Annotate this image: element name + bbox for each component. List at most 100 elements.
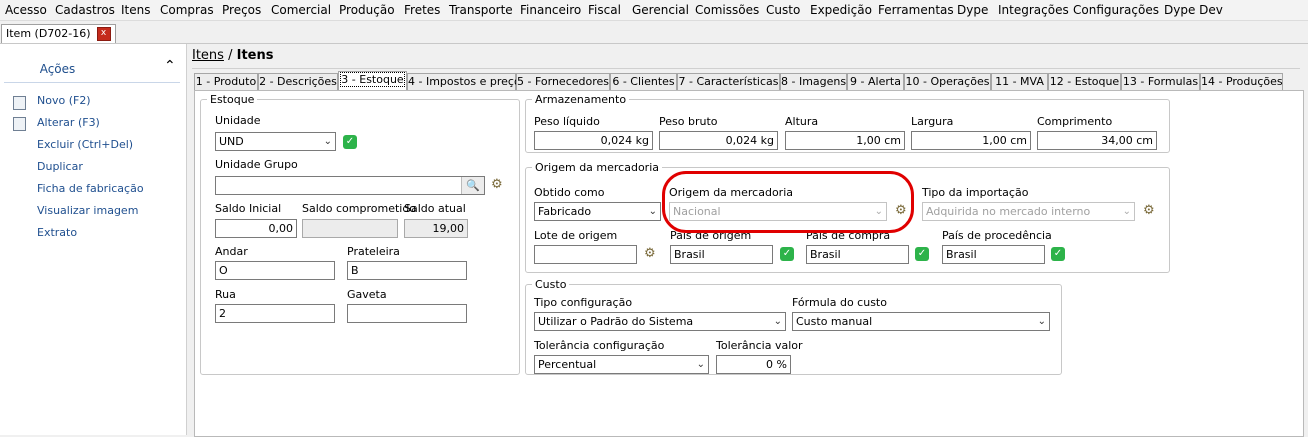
close-icon[interactable]: x [96,27,111,41]
lookup-icon[interactable]: ⚙ [895,204,911,218]
tab-clientes[interactable]: 6 - Clientes [610,73,677,90]
unidade-label: Unidade [215,114,261,127]
action-extrato[interactable]: Extrato [37,226,77,239]
action-visualizar-imagem[interactable]: Visualizar imagem [37,204,138,217]
peso-liquido-field[interactable]: 0,024 kg [534,131,653,150]
tab-produto[interactable]: 1 - Produto [194,73,258,90]
tolerancia-valor-field[interactable]: 0 % [716,355,791,374]
tab-mva[interactable]: 11 - MVA [991,73,1048,90]
formula-select[interactable]: Custo manual ⌄ [792,312,1050,331]
menu-configuracoes[interactable]: Configurações [1073,3,1159,17]
gaveta-field[interactable] [347,304,467,323]
unidade-grupo-field[interactable]: 🔍 [215,176,485,195]
tab-label: 11 - MVA [995,75,1044,88]
tab-descricoes[interactable]: 2 - Descrições [258,73,338,90]
menu-gerencial[interactable]: Gerencial [632,3,689,17]
menu-comissoes[interactable]: Comissões [695,3,759,17]
menu-fiscal[interactable]: Fiscal [588,3,621,17]
menu-ferramentas[interactable]: Ferramentas [878,3,954,17]
menu-compras[interactable]: Compras [160,3,214,17]
check-icon[interactable]: ✓ [1051,247,1065,261]
tab-formulas[interactable]: 13 - Formulas [1121,73,1200,90]
check-icon[interactable]: ✓ [780,247,794,261]
tab-estoque-12[interactable]: 12 - Estoque [1048,73,1121,90]
altura-value: 1,00 cm [856,134,901,147]
tab-operacoes[interactable]: 10 - Operações [904,73,991,90]
lookup-icon[interactable]: ⚙ [644,247,660,261]
menu-expedicao[interactable]: Expedição [810,3,872,17]
saldo-inicial-label: Saldo Inicial [215,202,282,215]
breadcrumb-root[interactable]: Itens [192,48,224,63]
saldo-inicial-field[interactable]: 0,00 [215,219,297,238]
menu-comercial[interactable]: Comercial [271,3,331,17]
tab-panel-estoque: Estoque Unidade UND ⌄ ✓ Unidade Grupo 🔍 ⚙… [194,90,1304,437]
tab-label: 13 - Formulas [1122,75,1199,88]
obtido-como-label: Obtido como [534,186,605,199]
action-duplicar[interactable]: Duplicar [37,160,83,173]
peso-bruto-field[interactable]: 0,024 kg [659,131,778,150]
comprimento-field[interactable]: 34,00 cm [1037,131,1157,150]
armazenamento-legend: Armazenamento [535,93,627,106]
saldo-atual-field: 19,00 [404,219,468,238]
check-icon[interactable]: ✓ [915,247,929,261]
comprimento-label: Comprimento [1037,115,1113,128]
pais-compra-field[interactable]: Brasil [806,245,909,264]
menu-custo[interactable]: Custo [766,3,800,17]
tipo-config-select[interactable]: Utilizar o Padrão do Sistema ⌄ [534,312,786,331]
chevron-down-icon: ⌄ [696,359,705,370]
altura-field[interactable]: 1,00 cm [785,131,905,150]
pais-origem-field[interactable]: Brasil [670,245,773,264]
menu-producao[interactable]: Produção [339,3,395,17]
tab-alerta[interactable]: 9 - Alerta [847,73,904,90]
andar-field[interactable]: O [215,261,335,280]
tipo-importacao-select[interactable]: Adquirida no mercado interno ⌄ [922,202,1135,221]
menu-acesso[interactable]: Acesso [5,3,47,17]
action-excluir[interactable]: Excluir (Ctrl+Del) [37,138,133,151]
menu-integracoes[interactable]: Integrações [998,3,1069,17]
lote-origem-field[interactable] [534,245,637,264]
menu-dype[interactable]: Dype [957,3,988,17]
binoculars-icon[interactable]: 🔍 [461,177,484,194]
action-alterar[interactable]: Alterar (F3) [37,116,100,129]
pais-procedencia-field[interactable]: Brasil [942,245,1045,264]
menu-precos[interactable]: Preços [222,3,261,17]
saldo-atual-value: 19,00 [432,222,465,235]
unidade-select[interactable]: UND ⌄ [215,132,336,151]
menu-transporte[interactable]: Transporte [449,3,513,17]
obtido-como-value: Fabricado [538,205,592,218]
largura-field[interactable]: 1,00 cm [911,131,1031,150]
tab-imagens[interactable]: 8 - Imagens [780,73,847,90]
lookup-icon[interactable]: ⚙ [1143,204,1159,218]
menu-dype-dev[interactable]: Dype Dev [1164,3,1223,17]
menu-bar: Acesso Cadastros Itens Compras Preços Co… [0,0,1308,21]
main-content: Itens / Itens 1 - Produto 2 - Descrições… [187,44,1308,437]
origem-mercadoria-value: Nacional [673,205,721,218]
tab-caracteristicas[interactable]: 7 - Características [677,73,780,90]
tab-producoes[interactable]: 14 - Produções [1200,73,1283,90]
menu-fretes[interactable]: Fretes [404,3,440,17]
tab-impostos-preco[interactable]: 4 - Impostos e preço [407,73,521,90]
tipo-config-value: Utilizar o Padrão do Sistema [538,315,694,328]
obtido-como-select[interactable]: Fabricado ⌄ [534,202,661,221]
check-icon[interactable]: ✓ [343,135,357,149]
menu-itens[interactable]: Itens [121,3,150,17]
tab-label: 7 - Características [678,75,779,88]
rua-label: Rua [215,288,236,301]
document-tab[interactable]: Item (D702-16) x [1,24,116,43]
menu-cadastros[interactable]: Cadastros [55,3,115,17]
tab-estoque[interactable]: 3 - Estoque [338,71,407,91]
action-ficha-fabricacao[interactable]: Ficha de fabricação [37,182,144,195]
tolerancia-config-select[interactable]: Percentual ⌄ [534,355,709,374]
rua-field[interactable]: 2 [215,304,335,323]
tab-label: 2 - Descrições [259,75,337,88]
tab-fornecedores[interactable]: 5 - Fornecedores [516,73,610,90]
breadcrumb: Itens / Itens [192,48,273,63]
prateleira-field[interactable]: B [347,261,467,280]
chevron-up-icon[interactable]: ⌃ [164,58,176,74]
breadcrumb-current: Itens [236,48,274,63]
lookup-icon[interactable]: ⚙ [491,178,507,192]
menu-financeiro[interactable]: Financeiro [520,3,581,17]
lote-origem-label: Lote de origem [534,229,618,242]
action-novo[interactable]: Novo (F2) [37,94,91,107]
origem-mercadoria-select[interactable]: Nacional ⌄ [669,202,887,221]
